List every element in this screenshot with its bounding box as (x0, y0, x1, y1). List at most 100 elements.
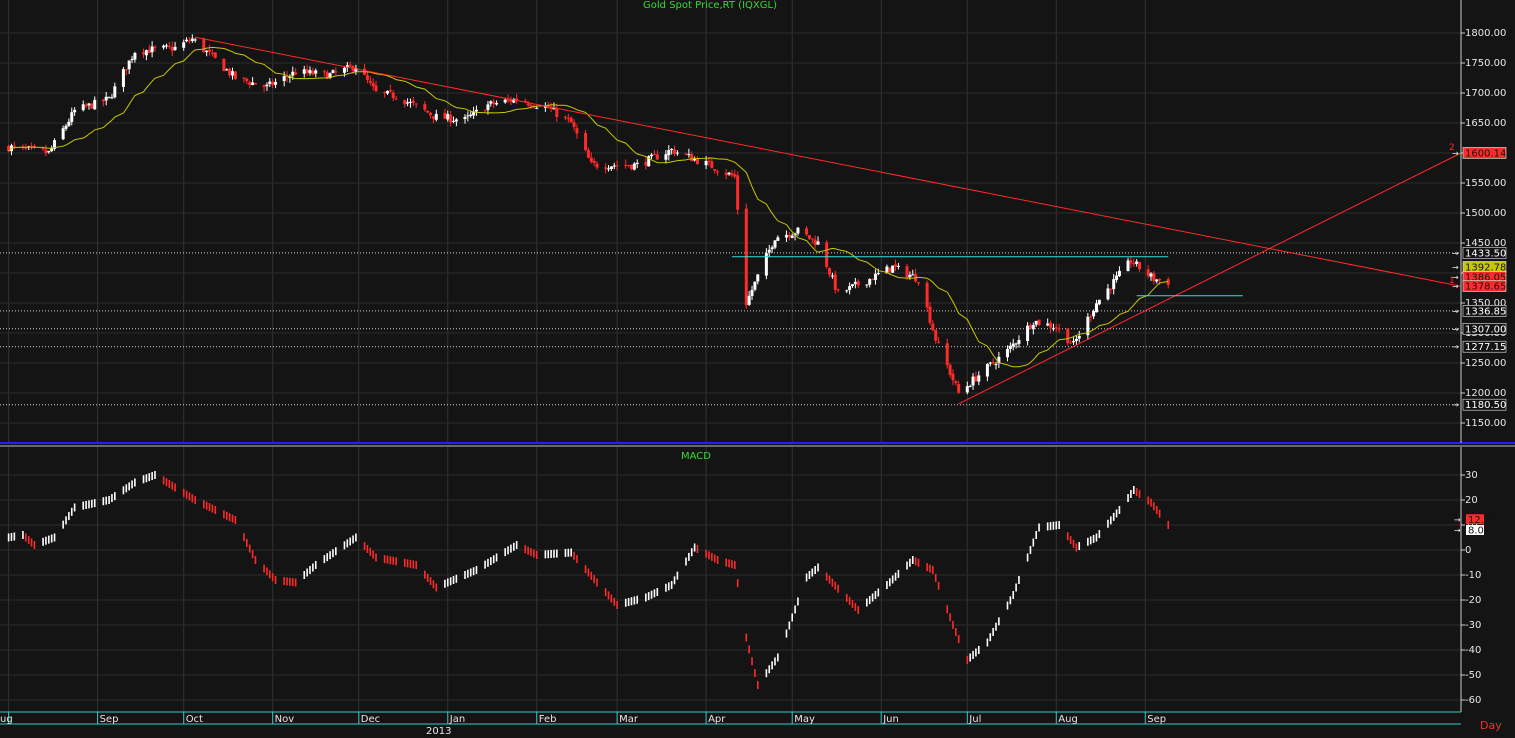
candle-body (133, 52, 137, 60)
candle-body (113, 86, 117, 98)
price-level-tag-arrow: → (1452, 325, 1459, 334)
price-level-tag-text: 1180.50 (1465, 400, 1506, 411)
timeframe-label[interactable]: Day (1480, 719, 1502, 732)
candle-body (1094, 303, 1098, 313)
candle-body (644, 162, 648, 166)
price-y-tick-label: 1500.00 (1465, 208, 1506, 219)
candle-body (130, 58, 134, 60)
candle-body (104, 96, 108, 101)
candle-body (848, 286, 852, 291)
candle-body (1034, 320, 1038, 325)
candle-body (572, 122, 576, 128)
candle-body (1126, 260, 1130, 272)
candle-body (1132, 263, 1136, 265)
candle-body (64, 125, 68, 129)
candle-body (185, 39, 189, 42)
candle-body (1115, 275, 1119, 280)
candle-body (282, 76, 286, 82)
price-level-tag-text: 1307.00 (1465, 324, 1506, 335)
candle-body (805, 228, 809, 235)
macd-value-tag-text: 8.0 (1468, 526, 1484, 537)
candle-body (1051, 328, 1055, 330)
candle-body (411, 100, 415, 103)
candle-body (187, 40, 191, 42)
candle-body (586, 149, 590, 158)
x-axis-month-label: Apr (708, 714, 726, 725)
candle-body (492, 101, 496, 105)
candle-body (529, 104, 533, 107)
candle-body (977, 375, 981, 382)
candle-body (208, 49, 212, 52)
candle-body (865, 284, 869, 286)
candle-body (810, 238, 814, 240)
candle-body (248, 82, 252, 85)
candle-body (463, 116, 467, 120)
candle-body (868, 279, 872, 285)
x-axis-month-label: ug (0, 714, 13, 725)
candle-body (1017, 340, 1021, 344)
price-y-tick-label: 1800.00 (1465, 28, 1506, 39)
candle-body (44, 149, 48, 154)
chart-background (0, 0, 1515, 738)
price-y-tick-label: 1200.00 (1465, 388, 1506, 399)
price-y-tick-label: 1150.00 (1465, 418, 1506, 429)
candle-body (164, 45, 168, 47)
candle-body (127, 60, 131, 70)
candle-body (974, 376, 978, 382)
candle-body (1158, 278, 1162, 281)
candle-body (584, 133, 588, 151)
candle-body (495, 103, 499, 105)
candle-body (965, 386, 969, 393)
candle-body (770, 247, 774, 250)
candle-body (905, 266, 909, 278)
candle-body (670, 149, 674, 151)
x-axis-year-label: 2013 (426, 726, 451, 737)
candle-body (609, 166, 613, 169)
candle-body (147, 49, 151, 54)
price-level-tag-arrow: → (1452, 401, 1459, 410)
price-y-tick-label: 1750.00 (1465, 58, 1506, 69)
candle-body (828, 268, 832, 275)
price-y-tick-label: 1550.00 (1465, 178, 1506, 189)
candle-body (173, 46, 177, 50)
candle-body (787, 235, 791, 238)
candle-body (836, 289, 840, 291)
candle-body (684, 153, 688, 155)
candle-body (403, 100, 407, 105)
candle-body (385, 90, 389, 94)
candle-body (776, 237, 780, 241)
candle-body (796, 227, 800, 234)
candle-body (595, 163, 599, 168)
macd-y-tick-label: -10 (1465, 570, 1481, 581)
candle-body (371, 82, 375, 87)
candle-body (727, 172, 731, 175)
candle-body (928, 306, 932, 323)
candle-body (957, 383, 961, 393)
candle-body (673, 149, 677, 155)
candle-body (1057, 328, 1061, 330)
x-axis-month-label: Aug (1058, 714, 1078, 725)
macd-value-tag-arrow: → (1454, 515, 1461, 524)
candle-body (756, 274, 760, 282)
candle-body (1155, 279, 1159, 282)
candle-body (604, 167, 608, 169)
candle-body (968, 385, 972, 387)
candle-body (308, 70, 312, 74)
candle-body (107, 96, 111, 98)
candle-body (650, 154, 654, 157)
candle-body (414, 103, 418, 105)
candle-body (667, 150, 671, 156)
candle-body (466, 115, 470, 117)
x-axis-month-label: Jan (449, 714, 465, 725)
candle-body (713, 169, 717, 171)
candle-body (1005, 349, 1009, 358)
macd-y-tick-label: 0 (1465, 545, 1471, 556)
price-y-tick-label: 1650.00 (1465, 118, 1506, 129)
candle-body (569, 117, 573, 123)
candle-body (314, 70, 318, 74)
candle-body (873, 273, 877, 280)
candle-body (931, 323, 935, 331)
candle-body (294, 72, 298, 75)
candle-body (695, 158, 699, 165)
candle-body (1037, 319, 1041, 325)
